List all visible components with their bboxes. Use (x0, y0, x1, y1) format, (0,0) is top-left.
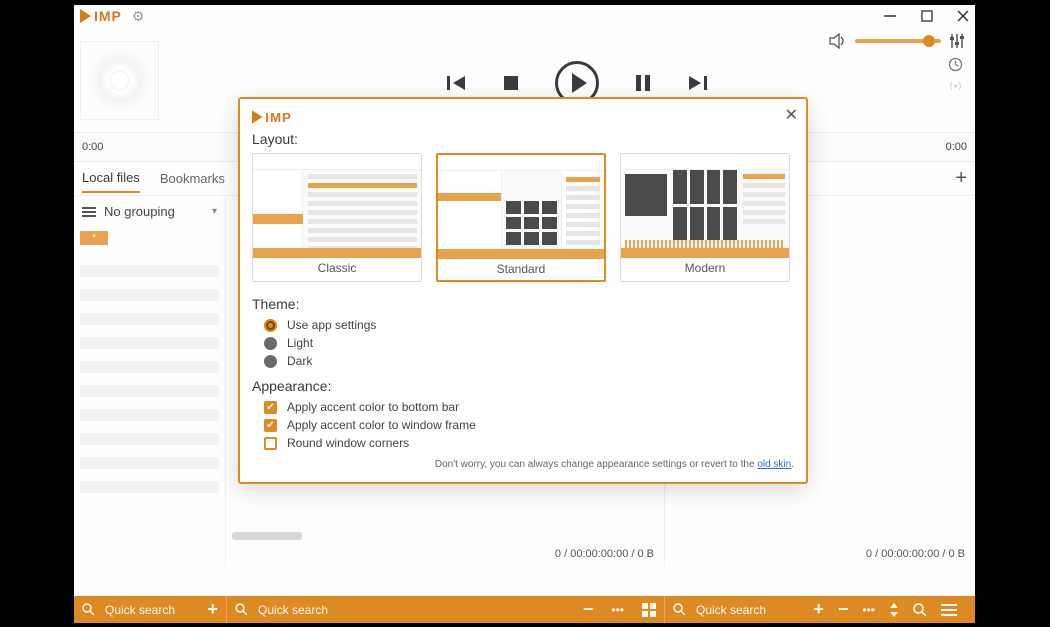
chk-accent-frame[interactable]: ✔Apply accent color to window frame (264, 418, 794, 432)
mid-statusline: 0 / 00:00:00:00 / 0 B (555, 548, 654, 560)
horizontal-scrollbar[interactable] (232, 532, 302, 540)
prev-button[interactable] (447, 75, 467, 91)
pause-button[interactable] (635, 75, 651, 91)
bottom-bar: + − ••• + − ••• (74, 596, 975, 623)
volume-knob[interactable] (923, 35, 935, 47)
dialog-hint: Don't worry, you can always change appea… (252, 458, 794, 472)
add-button-3[interactable]: + (813, 599, 824, 620)
maximize-button[interactable] (921, 10, 933, 22)
search-icon[interactable] (673, 603, 686, 616)
app-name: IMP (265, 109, 291, 124)
add-tab-button[interactable]: + (955, 167, 967, 190)
list-icon (82, 207, 96, 217)
remove-button-3[interactable]: − (838, 599, 849, 620)
layout-classic-label: Classic (253, 258, 421, 279)
next-button[interactable] (687, 75, 707, 91)
placeholder-list (80, 265, 219, 493)
search-icon-3[interactable] (913, 603, 927, 617)
chk-accent-bottom[interactable]: ✔Apply accent color to bottom bar (264, 400, 794, 414)
logo-icon (80, 9, 91, 23)
bb-segment-3: + − ••• (665, 596, 975, 623)
tab-bookmarks[interactable]: Bookmarks (160, 165, 225, 192)
volume-row (829, 33, 965, 49)
theme-light[interactable]: Light (264, 336, 794, 350)
theme-dark[interactable]: Dark (264, 354, 794, 368)
search-icon[interactable] (235, 603, 248, 616)
speaker-icon[interactable] (829, 33, 847, 49)
layout-section-label: Layout: (252, 131, 794, 147)
grouping-label: No grouping (104, 204, 175, 219)
app-window: IMP ⚙ (74, 5, 975, 623)
add-button-1[interactable]: + (207, 599, 218, 620)
bb-segment-1: + (74, 596, 226, 623)
app-name: IMP (94, 8, 122, 24)
sort-icon[interactable] (889, 603, 899, 617)
filter-star[interactable]: * (80, 231, 108, 245)
gear-icon[interactable]: ⚙ (132, 8, 145, 25)
bb-segment-2: − ••• (227, 596, 664, 623)
layout-classic-preview (253, 154, 421, 258)
tab-local-files[interactable]: Local files (82, 164, 140, 193)
dialog-logo: IMP (252, 109, 767, 124)
equalizer-icon[interactable] (949, 33, 965, 49)
theme-app-settings[interactable]: Use app settings (264, 318, 794, 332)
layout-modern[interactable]: Modern (620, 153, 790, 282)
checkbox-icon: ✔ (264, 401, 277, 414)
radio-icon (264, 319, 277, 332)
layout-options: Classic Standard (252, 153, 794, 282)
chk-round-corners[interactable]: Round window corners (264, 436, 794, 450)
search-icon[interactable] (82, 603, 95, 616)
menu-icon[interactable] (941, 604, 957, 616)
side-controls (829, 33, 965, 92)
old-skin-link[interactable]: old skin (757, 459, 791, 470)
minimize-button[interactable] (883, 9, 897, 23)
layout-classic[interactable]: Classic (252, 153, 422, 282)
close-button[interactable] (957, 10, 969, 22)
cover-art[interactable] (80, 41, 159, 120)
clock-icon[interactable] (948, 57, 963, 72)
chevron-down-icon: ▾ (212, 206, 217, 217)
layout-standard-label: Standard (438, 259, 604, 280)
radio-icon (264, 355, 277, 368)
layout-standard[interactable]: Standard (436, 153, 606, 282)
title-bar: IMP ⚙ (74, 5, 975, 27)
quick-search-2[interactable] (258, 603, 458, 617)
theme-section-label: Theme: (252, 296, 794, 312)
dialog-close-button[interactable]: ✕ (785, 105, 798, 125)
radio-icon (264, 337, 277, 350)
layout-standard-preview (438, 155, 604, 259)
appearance-section-label: Appearance: (252, 378, 794, 394)
app-logo: IMP (80, 8, 122, 24)
more-icon[interactable]: ••• (611, 603, 624, 617)
stop-button[interactable] (503, 75, 519, 91)
right-statusline: 0 / 00:00:00:00 / 0 B (866, 548, 965, 560)
logo-icon (252, 110, 262, 123)
left-panel: No grouping ▾ * (74, 196, 226, 566)
broadcast-icon[interactable] (948, 80, 963, 92)
grid-view-icon[interactable] (642, 603, 656, 617)
time-total: 0:00 (946, 141, 967, 153)
layout-modern-label: Modern (621, 258, 789, 279)
checkbox-icon (264, 437, 277, 450)
remove-button[interactable]: − (583, 599, 594, 620)
layout-modern-preview (621, 154, 789, 258)
checkbox-icon: ✔ (264, 419, 277, 432)
play-icon (572, 73, 587, 93)
window-buttons (883, 9, 969, 23)
more-icon-3[interactable]: ••• (862, 603, 875, 617)
time-elapsed: 0:00 (82, 141, 103, 153)
skin-setup-dialog: ✕ IMP Layout: Classic (238, 97, 808, 484)
volume-slider[interactable] (855, 39, 941, 43)
quick-search-1[interactable] (105, 603, 195, 617)
grouping-dropdown[interactable]: No grouping ▾ (80, 202, 219, 229)
quick-search-3[interactable] (696, 603, 786, 617)
